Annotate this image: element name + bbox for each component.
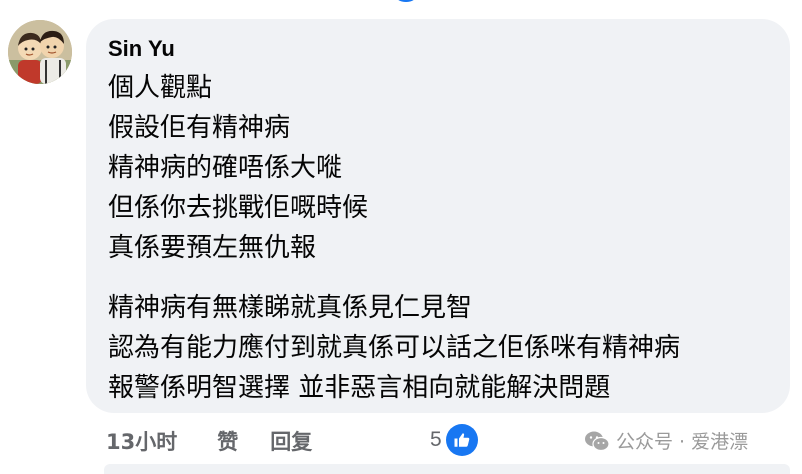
comment-line: 認為有能力應付到就真係可以話之佢係咪有精神病 — [108, 333, 681, 363]
comment-line: 精神病有無樣睇就真係見仁見智 — [108, 293, 473, 323]
comment-timestamp[interactable]: 13小时 — [106, 426, 177, 456]
reaction-summary[interactable]: 5 — [430, 423, 478, 457]
thumbs-up-icon — [445, 424, 478, 456]
comment-line: 但係你去挑戰佢嘅時候 — [108, 193, 369, 223]
reaction-indicator-icon — [395, 0, 417, 2]
reaction-count: 5 — [430, 428, 442, 451]
comment-line: 假設佢有精神病 — [108, 113, 291, 143]
comment-line: 報警係明智選擇 並非惡言相向就能解決問題 — [108, 373, 611, 403]
wechat-icon — [585, 431, 610, 451]
comment-screenshot: Sin Yu 個人觀點 假設佢有精神病 精神病的確唔係大嘥 但係你去挑戰佢嘅時候… — [0, 0, 802, 474]
watermark-text: 公众号 · 爱港漂 — [616, 431, 749, 453]
next-comment-edge — [104, 464, 790, 474]
watermark: 公众号 · 爱港漂 — [584, 427, 748, 454]
comment-body: 個人觀點 假設佢有精神病 精神病的確唔係大嘥 但係你去挑戰佢嘅時候 真係要預左無… — [108, 68, 680, 408]
comment-line: 精神病的確唔係大嘥 — [108, 153, 343, 183]
comment-line: 真係要預左無仇報 — [108, 233, 317, 263]
comment-actions: 13小时 赞 回复 — [106, 424, 312, 458]
avatar[interactable] — [8, 20, 72, 84]
like-button[interactable]: 赞 — [217, 426, 238, 456]
avatar-illustration — [8, 20, 72, 84]
comment-author[interactable]: Sin Yu — [108, 36, 175, 62]
comment-line: 個人觀點 — [108, 73, 213, 103]
reply-button[interactable]: 回复 — [270, 426, 312, 456]
